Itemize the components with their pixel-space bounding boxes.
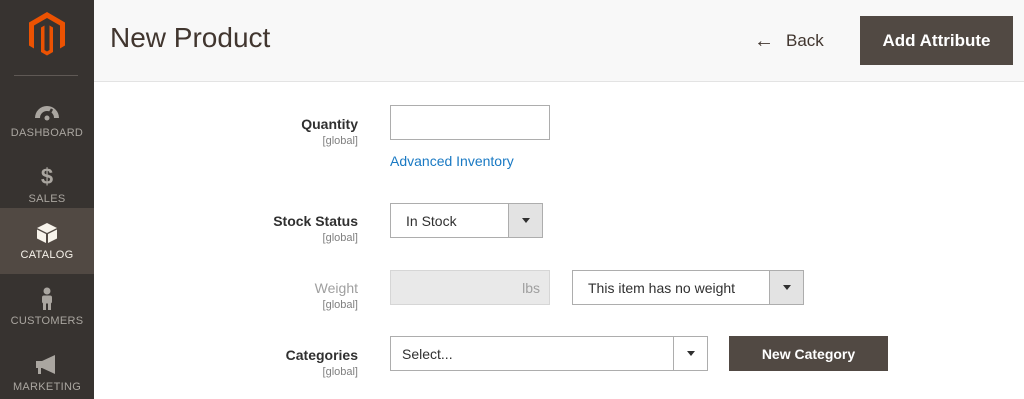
weight-field: lbs <box>390 270 550 305</box>
quantity-label: Quantity <box>301 116 358 132</box>
select-toggle <box>673 337 707 370</box>
sidebar-item-label: MARKETING <box>12 381 82 393</box>
chevron-down-icon <box>521 218 530 223</box>
sidebar-divider <box>14 75 78 76</box>
chevron-down-icon <box>782 285 791 290</box>
dollar-icon: $ <box>40 164 54 189</box>
stock-status-select[interactable]: In Stock <box>390 203 543 238</box>
sidebar-item-label: CUSTOMERS <box>10 315 84 327</box>
page-title: New Product <box>110 22 271 53</box>
speedometer-icon <box>0 99 94 123</box>
back-label: Back <box>786 31 824 50</box>
sidebar-item-label: DASHBOARD <box>10 127 84 139</box>
quantity-scope: [global] <box>322 135 358 147</box>
sidebar-item-label: SALES <box>28 193 66 205</box>
weight-type-value: This item has no weight <box>588 279 736 296</box>
weight-label: Weight <box>314 280 358 296</box>
megaphone-icon <box>0 353 94 377</box>
categories-select[interactable]: Select... <box>390 336 708 371</box>
arrow-left-icon: ← <box>754 30 774 52</box>
magento-logo[interactable] <box>26 10 68 58</box>
person-icon <box>0 287 94 311</box>
quantity-input[interactable] <box>390 105 550 140</box>
advanced-inventory-link[interactable]: Advanced Inventory <box>390 153 514 169</box>
add-attribute-button[interactable]: Add Attribute <box>860 16 1013 65</box>
sidebar-item-customers[interactable]: CUSTOMERS <box>0 274 94 340</box>
sidebar-item-catalog[interactable]: CATALOG <box>0 208 94 274</box>
sidebar-item-dashboard[interactable]: DASHBOARD <box>0 86 94 152</box>
categories-label: Categories <box>285 347 358 363</box>
weight-type-select[interactable]: This item has no weight <box>572 270 804 305</box>
chevron-down-icon <box>686 351 695 356</box>
select-toggle <box>769 271 803 304</box>
admin-sidebar: DASHBOARD $ SALES CATALOG CUSTOMERS MARK… <box>0 0 94 399</box>
back-button[interactable]: ← Back <box>754 28 824 54</box>
sidebar-item-marketing[interactable]: MARKETING <box>0 340 94 399</box>
select-toggle <box>508 204 542 237</box>
weight-scope: [global] <box>322 299 358 311</box>
new-category-button[interactable]: New Category <box>729 336 888 371</box>
stock-status-value: In Stock <box>406 212 457 229</box>
sidebar-item-label: CATALOG <box>20 249 74 261</box>
box-icon <box>0 221 94 245</box>
categories-scope: [global] <box>322 366 358 378</box>
stock-status-label: Stock Status <box>273 213 358 229</box>
categories-placeholder: Select... <box>402 345 453 362</box>
stock-status-scope: [global] <box>322 232 358 244</box>
weight-unit: lbs <box>522 279 540 296</box>
page-header: New Product ← Back Add Attribute <box>94 0 1024 82</box>
